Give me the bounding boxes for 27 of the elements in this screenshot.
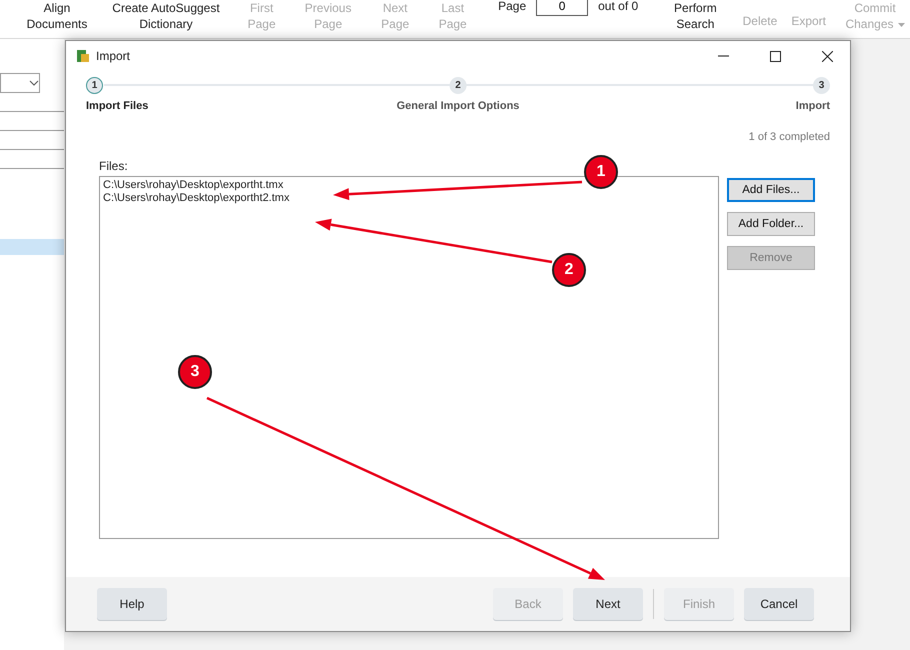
- side-button[interactable]: Add Files...: [727, 178, 815, 202]
- file-item[interactable]: C:\Users\rohay\Desktop\exportht2.tmx: [103, 192, 715, 205]
- window-title: Import: [96, 49, 130, 63]
- step-number: 3: [813, 77, 830, 94]
- maximize-icon: [770, 50, 780, 62]
- step-label: Import Files: [86, 100, 148, 112]
- side-button[interactable]: Add Folder...: [727, 212, 815, 236]
- step-label: General Import Options: [396, 100, 520, 112]
- chevron-icon: [29, 80, 39, 86]
- ribbon-button[interactable]: Perform Search: [662, 0, 729, 32]
- minimize-icon: [718, 55, 728, 57]
- page-count: out of 0: [598, 0, 638, 13]
- step-number: 2: [450, 77, 466, 94]
- nav-button[interactable]: Cancel: [744, 588, 814, 620]
- selected-row: [0, 239, 64, 255]
- step-label: Import: [796, 100, 830, 112]
- close-icon: [822, 50, 832, 62]
- dropdown-field[interactable]: [0, 73, 40, 93]
- step-number: 1: [86, 77, 103, 94]
- page-label: Page: [498, 0, 526, 13]
- page-field[interactable]: 0: [536, 0, 588, 16]
- progress-text: 1 of 3 completed: [748, 131, 830, 143]
- ribbon-button[interactable]: Create AutoSuggest Dictionary: [106, 0, 226, 32]
- files-label: Files:: [99, 159, 128, 173]
- help-button[interactable]: Help: [97, 588, 167, 620]
- app-icon: [76, 49, 90, 63]
- nav-button[interactable]: Next: [573, 588, 643, 620]
